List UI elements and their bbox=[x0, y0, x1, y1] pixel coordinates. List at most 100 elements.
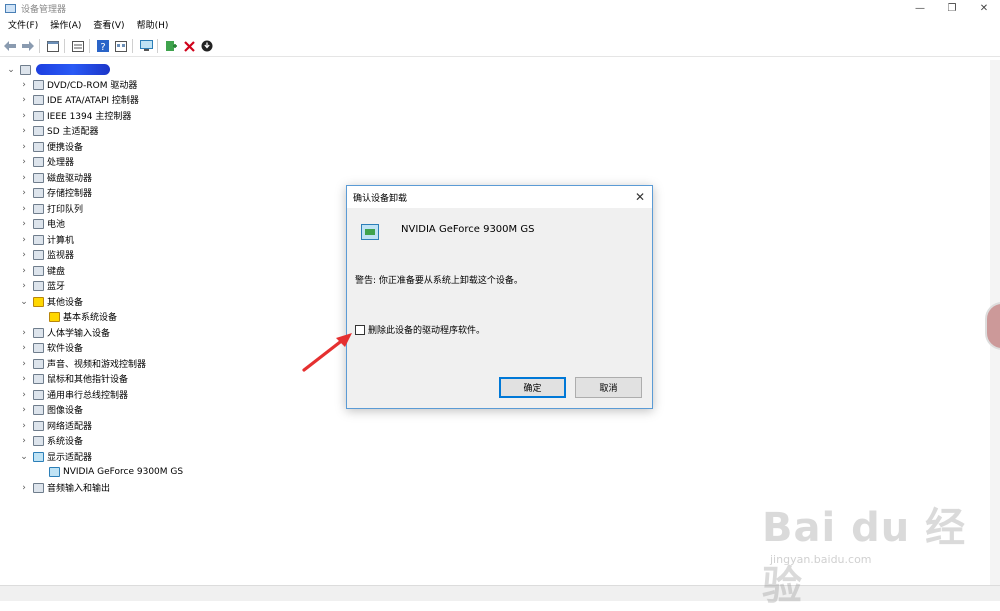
tree-item[interactable]: › 计算机 bbox=[19, 232, 74, 247]
add-driver-icon[interactable] bbox=[163, 38, 179, 54]
toolbar-separator bbox=[64, 39, 65, 53]
chevron-right-icon[interactable]: › bbox=[19, 173, 29, 183]
avatar bbox=[985, 302, 1000, 350]
tree-item-label: 磁盘驱动器 bbox=[47, 174, 93, 184]
tree-item[interactable]: › 监视器 bbox=[19, 247, 74, 262]
delete-driver-checkbox[interactable] bbox=[355, 324, 365, 335]
tree-item[interactable]: › 音频输入和输出 bbox=[19, 480, 110, 495]
chevron-right-icon[interactable]: › bbox=[19, 204, 29, 214]
tree-item[interactable]: › 系统设备 bbox=[19, 433, 83, 448]
tree-item[interactable]: › 网络适配器 bbox=[19, 418, 92, 433]
menu-help[interactable]: 帮助(H) bbox=[131, 18, 175, 34]
forward-arrow-icon[interactable] bbox=[20, 38, 36, 54]
properties-icon[interactable] bbox=[45, 38, 61, 54]
chevron-right-icon[interactable]: › bbox=[19, 266, 29, 276]
tree-item[interactable]: › 电池 bbox=[19, 216, 65, 231]
tree-item[interactable]: › 人体学输入设备 bbox=[19, 325, 110, 340]
device-manager-icon bbox=[5, 4, 16, 13]
resources-icon[interactable] bbox=[113, 38, 129, 54]
computer-name-redacted bbox=[36, 64, 110, 75]
chevron-right-icon[interactable]: › bbox=[19, 95, 29, 105]
tree-root[interactable]: ⌄ bbox=[6, 62, 110, 77]
menu-view[interactable]: 查看(V) bbox=[87, 18, 130, 34]
tree-item-label: 通用串行总线控制器 bbox=[47, 391, 129, 401]
chevron-right-icon[interactable]: › bbox=[19, 219, 29, 229]
delete-driver-label[interactable]: 删除此设备的驱动程序软件。 bbox=[368, 323, 485, 336]
tree-item-label: IDE ATA/ATAPI 控制器 bbox=[47, 96, 139, 106]
chevron-right-icon[interactable]: › bbox=[19, 421, 29, 431]
menu-action[interactable]: 操作(A) bbox=[44, 18, 87, 34]
tree-item[interactable]: › 鼠标和其他指针设备 bbox=[19, 371, 128, 386]
dialog-device-name: NVIDIA GeForce 9300M GS bbox=[401, 224, 535, 235]
menu-file[interactable]: 文件(F) bbox=[0, 18, 44, 34]
tree-item[interactable]: › SD 主适配器 bbox=[19, 123, 99, 138]
ok-button[interactable]: 确定 bbox=[499, 377, 566, 398]
tree-item-label: 电池 bbox=[47, 220, 66, 230]
tree-item[interactable]: › 图像设备 bbox=[19, 402, 83, 417]
tree-item[interactable]: › 处理器 bbox=[19, 154, 74, 169]
tree-item[interactable]: › 通用串行总线控制器 bbox=[19, 387, 128, 402]
tree-item[interactable]: ⌄ 显示适配器 bbox=[19, 449, 92, 464]
portable-device-icon bbox=[33, 141, 44, 152]
chevron-down-icon[interactable]: ⌄ bbox=[6, 65, 16, 75]
tree-item[interactable]: › 便携设备 bbox=[19, 139, 83, 154]
tree-item[interactable]: › 声音、视频和游戏控制器 bbox=[19, 356, 146, 371]
cancel-button[interactable]: 取消 bbox=[575, 377, 642, 398]
tree-item[interactable]: › 键盘 bbox=[19, 263, 65, 278]
tree-item[interactable]: › 打印队列 bbox=[19, 201, 83, 216]
chevron-down-icon[interactable]: ⌄ bbox=[19, 297, 29, 307]
printer-icon bbox=[33, 203, 44, 214]
minimize-button[interactable]: — bbox=[904, 0, 936, 17]
tree-item-label: 基本系统设备 bbox=[63, 313, 118, 323]
dialog-title-bar: 确认设备卸载 ✕ bbox=[347, 186, 652, 208]
maximize-button[interactable]: ❐ bbox=[936, 0, 968, 17]
chevron-right-icon[interactable]: › bbox=[19, 80, 29, 90]
tree-item[interactable]: › 软件设备 bbox=[19, 340, 83, 355]
tree-child-item[interactable]: NVIDIA GeForce 9300M GS bbox=[45, 464, 183, 479]
back-arrow-icon[interactable] bbox=[2, 38, 18, 54]
chevron-right-icon[interactable]: › bbox=[19, 405, 29, 415]
view-icon[interactable] bbox=[70, 38, 86, 54]
tree-child-item[interactable]: 基本系统设备 bbox=[45, 309, 117, 324]
tree-item[interactable]: › IEEE 1394 主控制器 bbox=[19, 108, 131, 123]
chevron-right-icon[interactable]: › bbox=[19, 390, 29, 400]
help-icon[interactable]: ? bbox=[95, 38, 111, 54]
tree-item-label: 音频输入和输出 bbox=[47, 484, 111, 494]
delete-driver-option[interactable]: 删除此设备的驱动程序软件。 bbox=[355, 323, 485, 336]
audio-io-icon bbox=[33, 482, 44, 493]
tree-item[interactable]: › DVD/CD-ROM 驱动器 bbox=[19, 77, 137, 92]
chevron-right-icon[interactable]: › bbox=[19, 126, 29, 136]
tree-item-label: 声音、视频和游戏控制器 bbox=[47, 360, 147, 370]
chevron-right-icon[interactable]: › bbox=[19, 483, 29, 493]
close-button[interactable]: ✕ bbox=[968, 0, 1000, 17]
dialog-close-icon[interactable]: ✕ bbox=[628, 186, 652, 208]
chevron-right-icon[interactable]: › bbox=[19, 111, 29, 121]
tree-item[interactable]: › 存储控制器 bbox=[19, 185, 92, 200]
monitor-icon[interactable] bbox=[138, 38, 154, 54]
tree-item-label: NVIDIA GeForce 9300M GS bbox=[63, 466, 184, 477]
dialog-title: 确认设备卸载 bbox=[353, 193, 408, 204]
chevron-down-icon[interactable]: ⌄ bbox=[19, 452, 29, 462]
download-icon[interactable] bbox=[199, 38, 215, 54]
tree-item-label: 便携设备 bbox=[47, 143, 84, 153]
tree-item[interactable]: ⌄ 其他设备 bbox=[19, 294, 83, 309]
chevron-right-icon[interactable]: › bbox=[19, 281, 29, 291]
chevron-right-icon[interactable]: › bbox=[19, 235, 29, 245]
watermark-url: jingyan.baidu.com bbox=[770, 553, 872, 566]
tree-item[interactable]: › IDE ATA/ATAPI 控制器 bbox=[19, 92, 139, 107]
chevron-right-icon[interactable]: › bbox=[19, 157, 29, 167]
chevron-right-icon[interactable]: › bbox=[19, 374, 29, 384]
chevron-right-icon[interactable]: › bbox=[19, 142, 29, 152]
chevron-right-icon[interactable]: › bbox=[19, 436, 29, 446]
display-adapter-icon bbox=[49, 466, 60, 477]
tree-item[interactable]: › 磁盘驱动器 bbox=[19, 170, 92, 185]
uninstall-icon[interactable] bbox=[181, 38, 197, 54]
tree-item-label: 打印队列 bbox=[47, 205, 84, 215]
chevron-right-icon[interactable]: › bbox=[19, 328, 29, 338]
tree-item[interactable]: › 蓝牙 bbox=[19, 278, 65, 293]
chevron-right-icon[interactable]: › bbox=[19, 343, 29, 353]
tree-item-label: 蓝牙 bbox=[47, 282, 66, 292]
chevron-right-icon[interactable]: › bbox=[19, 359, 29, 369]
chevron-right-icon[interactable]: › bbox=[19, 188, 29, 198]
chevron-right-icon[interactable]: › bbox=[19, 250, 29, 260]
